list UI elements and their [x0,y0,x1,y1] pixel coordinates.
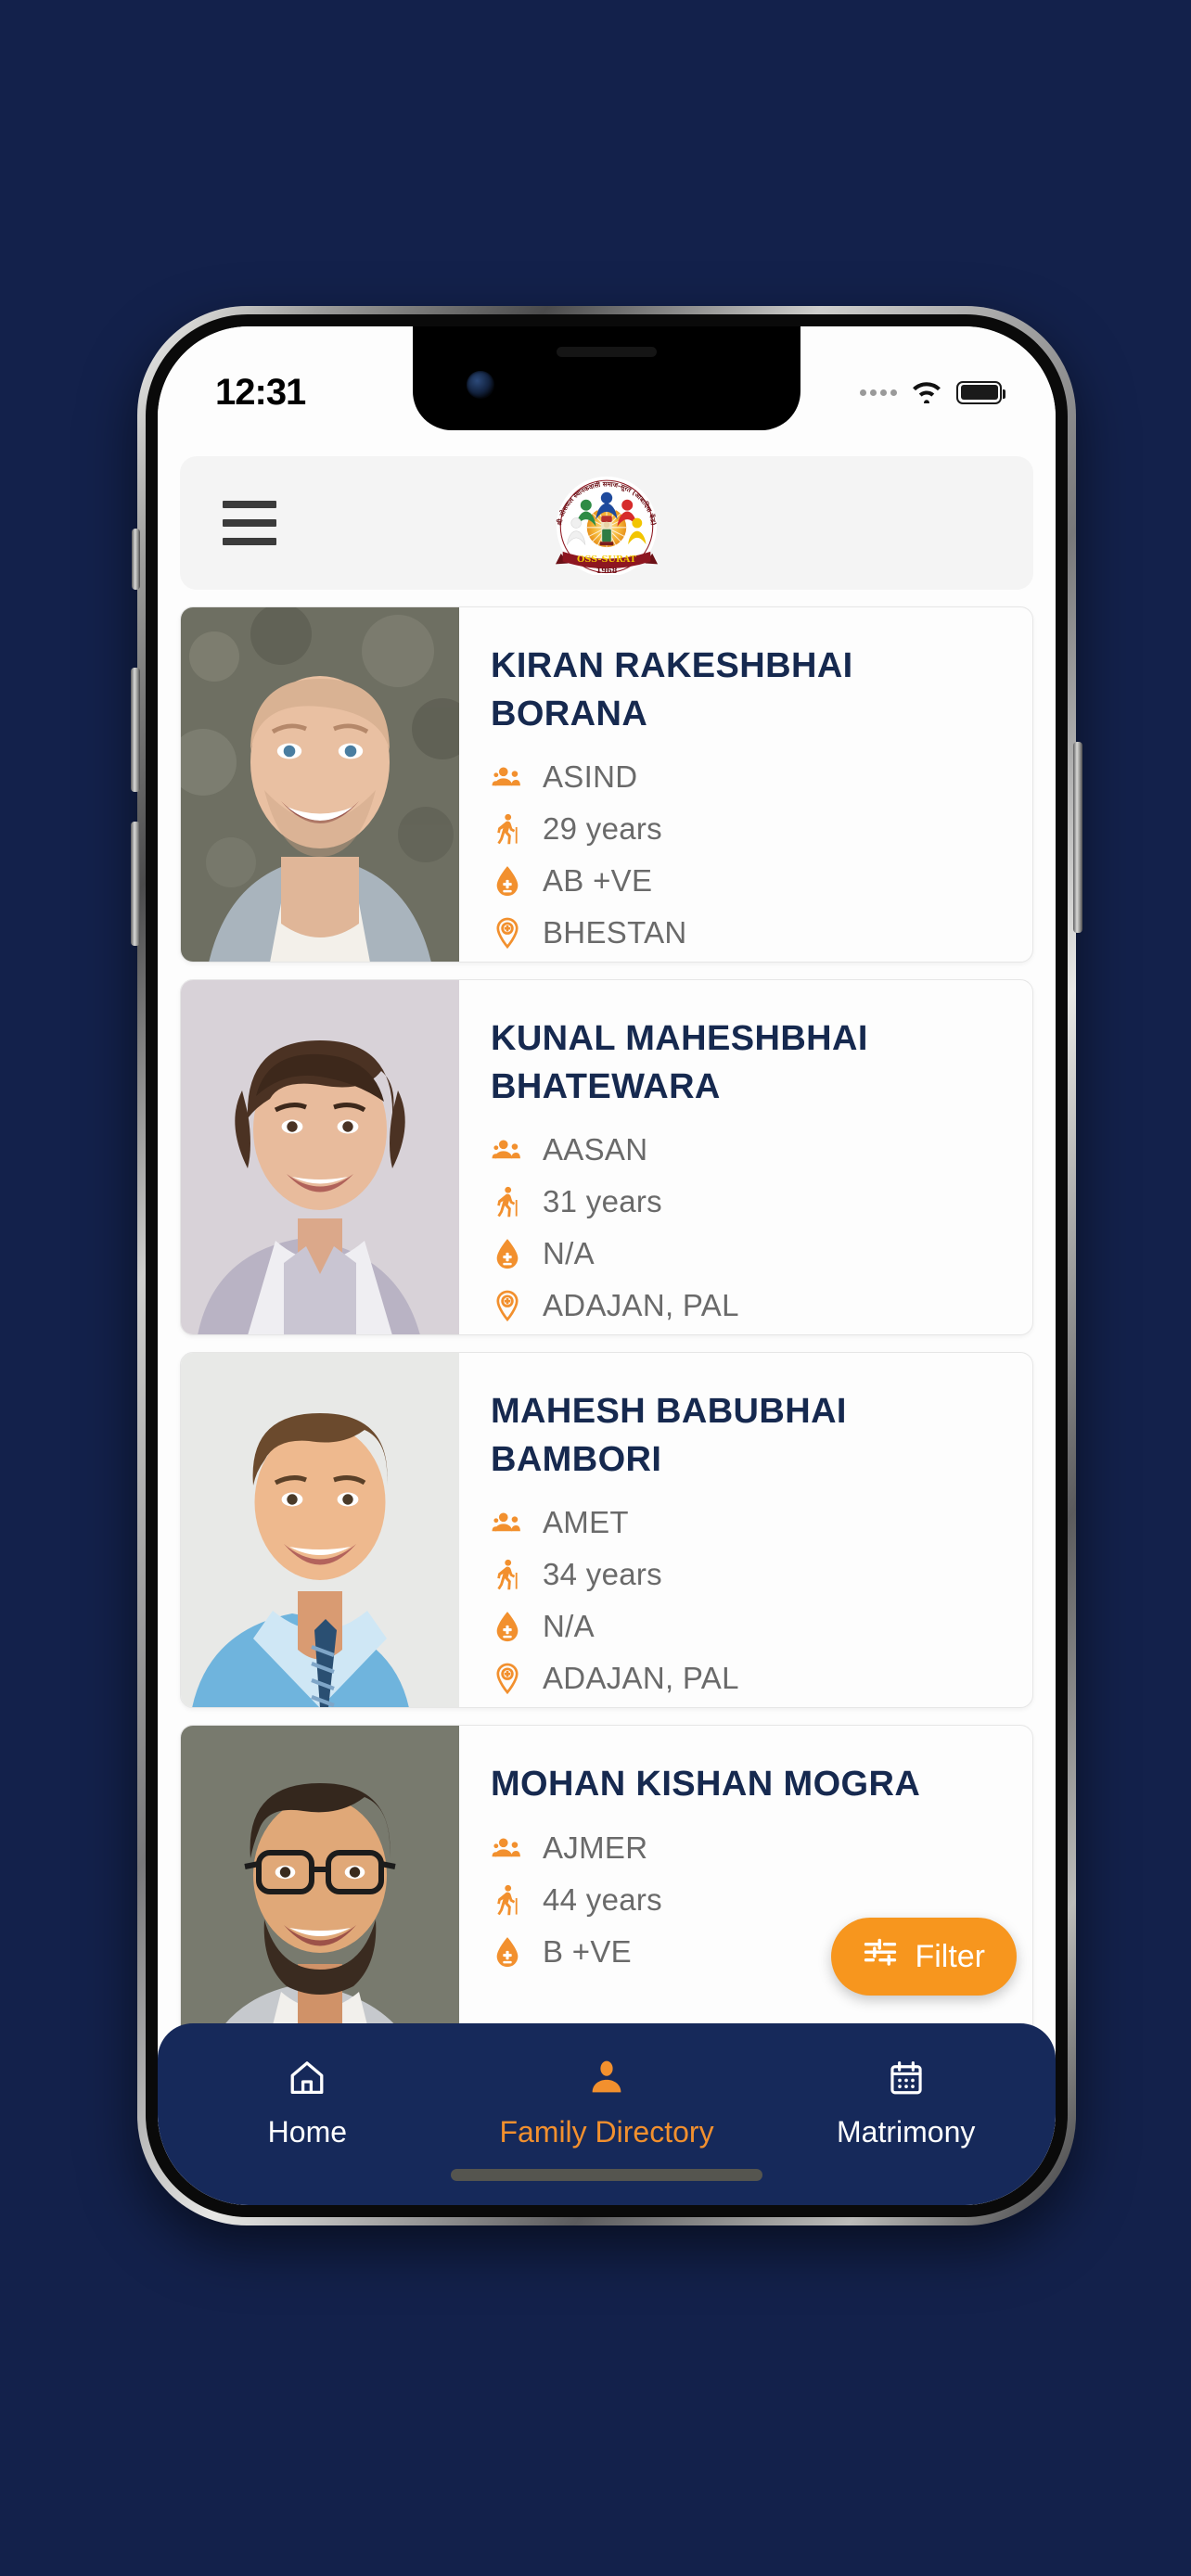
people-group-icon [491,760,524,794]
people-group-icon [491,1133,524,1167]
location-value: ADAJAN, PAL [543,1288,739,1323]
sliders-filter-icon [863,1937,898,1977]
status-bar-indicators [860,377,1005,408]
avatar [181,1353,459,1707]
location-row: ADAJAN, PAL [491,1652,1005,1704]
nav-label-family-directory: Family Directory [499,2115,714,2149]
community-value: AMET [543,1505,629,1540]
age-value: 44 years [543,1881,662,1917]
location-pin-icon [491,1289,524,1322]
blood-drop-icon [491,1935,524,1969]
age-value: 31 years [543,1184,662,1219]
list-item[interactable]: MAHESH BABUBHAI BAMBORI AMET 34 years N/… [180,1352,1033,1708]
status-bar-clock: 12:31 [215,371,306,413]
person-icon [586,2055,627,2101]
home-icon [287,2055,327,2101]
elderly-walking-icon [491,1558,524,1591]
people-group-icon [491,1506,524,1539]
logo-ribbon-text: OSS-SURAT [577,555,637,565]
community-value: AASAN [543,1132,648,1167]
person-name: KUNAL MAHESHBHAI BHATEWARA [491,1019,868,1106]
blood-group-row: N/A [491,1600,1005,1652]
person-name: MOHAN KISHAN MOGRA [491,1765,921,1804]
app-header-bar: श्री ओसवाल स्थानकवासी समाज-सूरत (आबादिया… [180,456,1033,590]
location-pin-icon [491,1662,524,1695]
blood-group-value: N/A [543,1609,595,1644]
community-row: AJMER [491,1822,1005,1874]
avatar [181,980,459,1334]
phone-screen: 12:31 श्री ओसवाल स्थानकवासी समाज-सूरत (आ… [158,326,1056,2205]
silent-switch-button[interactable] [132,529,140,590]
community-row: AASAN [491,1124,1005,1176]
device-notch [413,326,800,430]
filter-button-label: Filter [915,1938,985,1974]
list-item-details: KIRAN RAKESHBHAI BORANA ASIND 29 years A… [459,607,1032,962]
volume-up-button[interactable] [131,822,140,946]
person-name: MAHESH BABUBHAI BAMBORI [491,1392,847,1479]
elderly-walking-icon [491,1883,524,1917]
nav-label-home: Home [267,2115,348,2149]
avatar [181,607,459,962]
volume-down-button[interactable] [131,668,140,792]
elderly-walking-icon [491,812,524,846]
list-item[interactable]: KUNAL MAHESHBHAI BHATEWARA AASAN 31 year… [180,979,1033,1335]
front-camera [467,371,494,399]
community-row: AMET [491,1497,1005,1549]
blood-group-value: N/A [543,1236,595,1271]
location-row: ADAJAN, PAL [491,1280,1005,1332]
wifi-icon [909,377,944,408]
age-value: 34 years [543,1557,662,1592]
blood-group-row: N/A [491,1228,1005,1280]
nav-item-home[interactable]: Home [158,2055,457,2149]
blood-group-row: AB +VE [491,855,1005,907]
calendar-icon [887,2055,926,2101]
phone-bezel: 12:31 श्री ओसवाल स्थानकवासी समाज-सूरत (आ… [146,314,1068,2217]
blood-drop-icon [491,864,524,898]
list-item[interactable]: KIRAN RAKESHBHAI BORANA ASIND 29 years A… [180,606,1033,963]
app-content: श्री ओसवाल स्थानकवासी समाज-सूरत (आबादिया… [158,326,1056,2205]
age-row: 34 years [491,1549,1005,1600]
logo-year-text: 1968 [596,566,618,575]
oss-surat-logo: श्री ओसवाल स्थानकवासी समाज-सूरत (आबादिया… [548,471,665,577]
earpiece-speaker [557,347,657,357]
person-name: KIRAN RAKESHBHAI BORANA [491,646,853,733]
elderly-walking-icon [491,1185,524,1218]
blood-group-value: B +VE [543,1933,632,1969]
community-value: ASIND [543,759,638,795]
cellular-dots-icon [860,389,897,396]
screenshot-root: 12:31 श्री ओसवाल स्थानकवासी समाज-सूरत (आ… [0,0,1191,2576]
filter-button[interactable]: Filter [831,1918,1017,1996]
list-item-details: MAHESH BABUBHAI BAMBORI AMET 34 years N/… [459,1353,1032,1707]
age-row: 31 years [491,1176,1005,1228]
list-item-details: KUNAL MAHESHBHAI BHATEWARA AASAN 31 year… [459,980,1032,1334]
blood-group-value: AB +VE [543,863,653,899]
age-row: 29 years [491,803,1005,855]
nav-item-family-directory[interactable]: Family Directory [457,2055,757,2149]
home-indicator[interactable] [451,2169,762,2181]
location-row: BHESTAN [491,907,1005,959]
phone-device-frame: 12:31 श्री ओसवाल स्थानकवासी समाज-सूरत (आ… [131,306,1082,2225]
nav-item-matrimony[interactable]: Matrimony [756,2055,1056,2149]
blood-drop-icon [491,1610,524,1643]
location-pin-icon [491,916,524,950]
nav-label-matrimony: Matrimony [837,2115,976,2149]
hamburger-menu-icon[interactable] [223,501,278,545]
location-value: BHESTAN [543,915,687,950]
battery-full-icon [956,380,1005,404]
community-value: AJMER [543,1830,648,1865]
power-button[interactable] [1073,742,1082,933]
location-value: ADAJAN, PAL [543,1661,739,1696]
age-value: 29 years [543,811,662,847]
people-group-icon [491,1831,524,1865]
blood-drop-icon [491,1237,524,1270]
community-row: ASIND [491,751,1005,803]
